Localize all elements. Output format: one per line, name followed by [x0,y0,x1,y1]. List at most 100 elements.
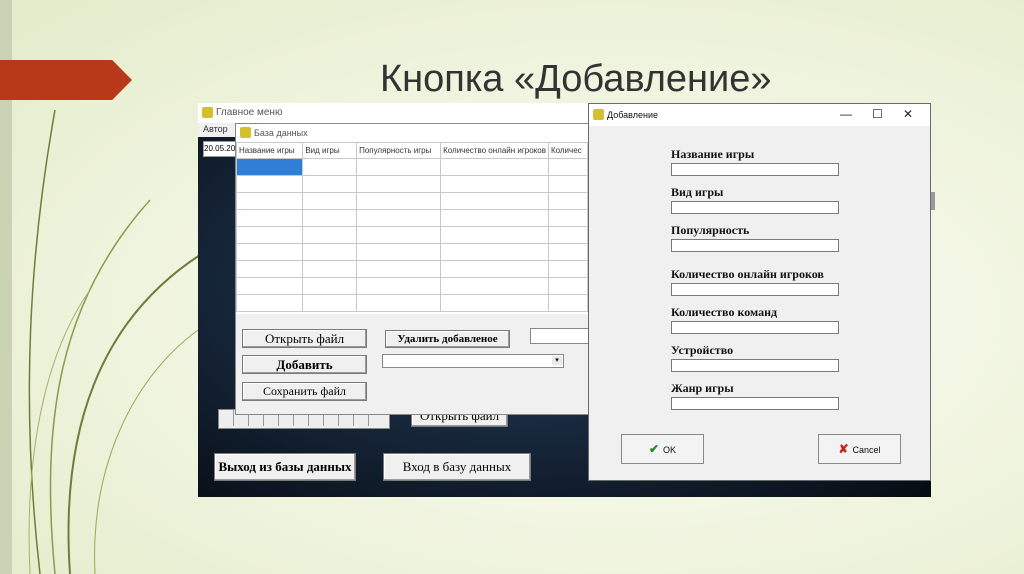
table-cell[interactable] [547,158,588,176]
scrollbar-thumb[interactable] [931,192,935,210]
nav-first-icon[interactable] [219,410,234,426]
table-cell[interactable] [440,158,549,176]
table-cell[interactable] [547,175,588,193]
table-cell[interactable] [302,158,358,176]
table-cell[interactable] [236,277,304,295]
close-icon[interactable]: ✕ [903,107,913,121]
table-cell[interactable] [356,260,442,278]
table-cell[interactable] [440,277,549,295]
table-cell[interactable] [547,243,588,261]
table-cell[interactable] [236,243,304,261]
table-cell[interactable] [236,294,304,312]
data-table[interactable]: Название игры Вид игры Популярность игры… [236,142,588,312]
table-cell[interactable] [440,243,549,261]
table-cell[interactable] [440,260,549,278]
table-row[interactable] [236,226,588,244]
table-cell[interactable] [302,260,358,278]
database-window-title: База данных [254,128,308,138]
enter-db-button[interactable]: Вход в базу данных [383,453,531,481]
field-label-game-type: Вид игры [671,185,724,199]
table-cell[interactable] [547,226,588,244]
column-header[interactable]: Количество онлайн игроков [440,142,549,159]
table-row[interactable] [236,294,588,312]
column-header[interactable]: Вид игры [302,142,358,159]
table-cell[interactable] [356,226,442,244]
table-cell[interactable] [440,294,549,312]
filter-combobox[interactable]: ▾ [382,354,564,368]
ok-button-label: OK [663,445,677,455]
genre-input[interactable] [671,397,839,410]
table-cell[interactable] [236,260,304,278]
main-window-titlebar: Главное меню [198,103,598,123]
game-name-input[interactable] [671,163,839,176]
table-cell[interactable] [547,294,588,312]
table-cell[interactable] [302,175,358,193]
popularity-input[interactable] [671,239,839,252]
chevron-down-icon[interactable]: ▾ [552,356,562,365]
add-dialog-titlebar: Добавление — ☐ ✕ [589,104,930,126]
table-cell[interactable] [302,294,358,312]
table-cell[interactable] [547,192,588,210]
table-cell[interactable] [302,277,358,295]
exit-db-button[interactable]: Выход из базы данных [214,453,356,481]
table-row[interactable] [236,158,588,176]
cancel-button[interactable]: ✘ Cancel [818,434,901,464]
table-row[interactable] [236,192,588,210]
team-count-input[interactable] [671,321,839,334]
column-header[interactable]: Популярность игры [356,142,442,159]
table-cell[interactable] [440,209,549,227]
date-field[interactable]: 20.05.20 [203,141,239,157]
table-row[interactable] [236,277,588,295]
field-label-team-count: Количество команд [671,305,778,319]
table-cell[interactable] [440,192,549,210]
table-cell[interactable] [356,192,442,210]
table-cell[interactable] [440,175,549,193]
table-cell[interactable] [547,277,588,295]
slide-title: Кнопка «Добавление» [380,58,772,100]
delete-added-button[interactable]: Удалить добавленое [385,330,510,348]
game-type-input[interactable] [671,201,839,214]
database-window-titlebar: База данных [236,124,588,142]
table-row[interactable] [236,260,588,278]
table-cell[interactable] [302,209,358,227]
table-cell[interactable] [302,192,358,210]
table-cell[interactable] [236,226,304,244]
table-cell[interactable] [547,209,588,227]
table-cell[interactable] [236,192,304,210]
table-cell[interactable] [547,260,588,278]
add-button[interactable]: Добавить [242,355,367,374]
table-cell[interactable] [302,243,358,261]
data-grid[interactable]: Название игры Вид игры Популярность игры… [236,142,588,314]
online-players-input[interactable] [671,283,839,296]
cancel-button-label: Cancel [852,445,881,455]
field-label-device: Устройство [671,343,734,357]
table-cell[interactable] [356,209,442,227]
ok-button[interactable]: ✔ OK [621,434,704,464]
device-input[interactable] [671,359,839,372]
cross-icon: ✘ [838,442,849,456]
table-cell[interactable] [236,175,304,193]
add-dialog: Добавление — ☐ ✕ Название игры Вид игры … [588,103,931,481]
table-row[interactable] [236,209,588,227]
table-row[interactable] [236,243,588,261]
menu-item-author[interactable]: Автор [203,124,228,134]
table-cell[interactable] [356,175,442,193]
open-file-button[interactable]: Открыть файл [242,329,367,348]
table-cell[interactable] [356,158,442,176]
table-cell[interactable] [302,226,358,244]
table-cell[interactable] [236,209,304,227]
table-cell[interactable] [440,226,549,244]
table-cell[interactable] [356,294,442,312]
table-row[interactable] [236,175,588,193]
field-label-genre: Жанр игры [671,381,734,395]
column-header[interactable]: Название игры [236,142,304,159]
table-cell-selected[interactable] [236,158,304,176]
minimize-icon[interactable]: — [840,107,852,121]
table-cell[interactable] [356,243,442,261]
field-label-game-name: Название игры [671,147,755,161]
column-header[interactable]: Количес [547,142,588,159]
table-cell[interactable] [356,277,442,295]
maximize-icon[interactable]: ☐ [872,107,883,121]
save-file-button[interactable]: Сохранить файл [242,382,367,401]
search-text-field[interactable] [530,328,590,344]
